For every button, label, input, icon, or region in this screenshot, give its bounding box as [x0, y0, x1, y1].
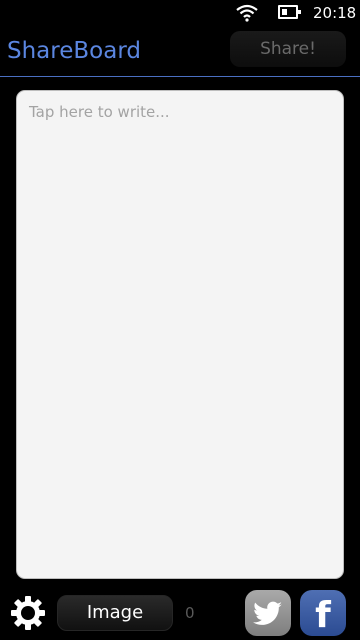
character-count: 0 [185, 604, 195, 622]
image-button[interactable]: Image [57, 595, 173, 631]
gear-icon[interactable] [9, 594, 47, 632]
battery-icon [278, 5, 301, 19]
message-textarea[interactable]: Tap here to write... [16, 90, 344, 579]
status-bar: 20:18 [0, 0, 360, 28]
wifi-icon [236, 4, 258, 22]
textarea-placeholder: Tap here to write... [29, 103, 170, 121]
header-divider [0, 76, 360, 77]
app-title: ShareBoard [7, 38, 141, 64]
facebook-icon: f [315, 595, 331, 636]
facebook-button[interactable]: f [300, 590, 346, 636]
share-button[interactable]: Share! [230, 31, 346, 67]
twitter-button[interactable] [245, 590, 291, 636]
twitter-icon [253, 601, 282, 625]
app-screen: 20:18 ShareBoard Share! Tap here to writ… [0, 0, 360, 640]
status-time: 20:18 [313, 4, 357, 22]
